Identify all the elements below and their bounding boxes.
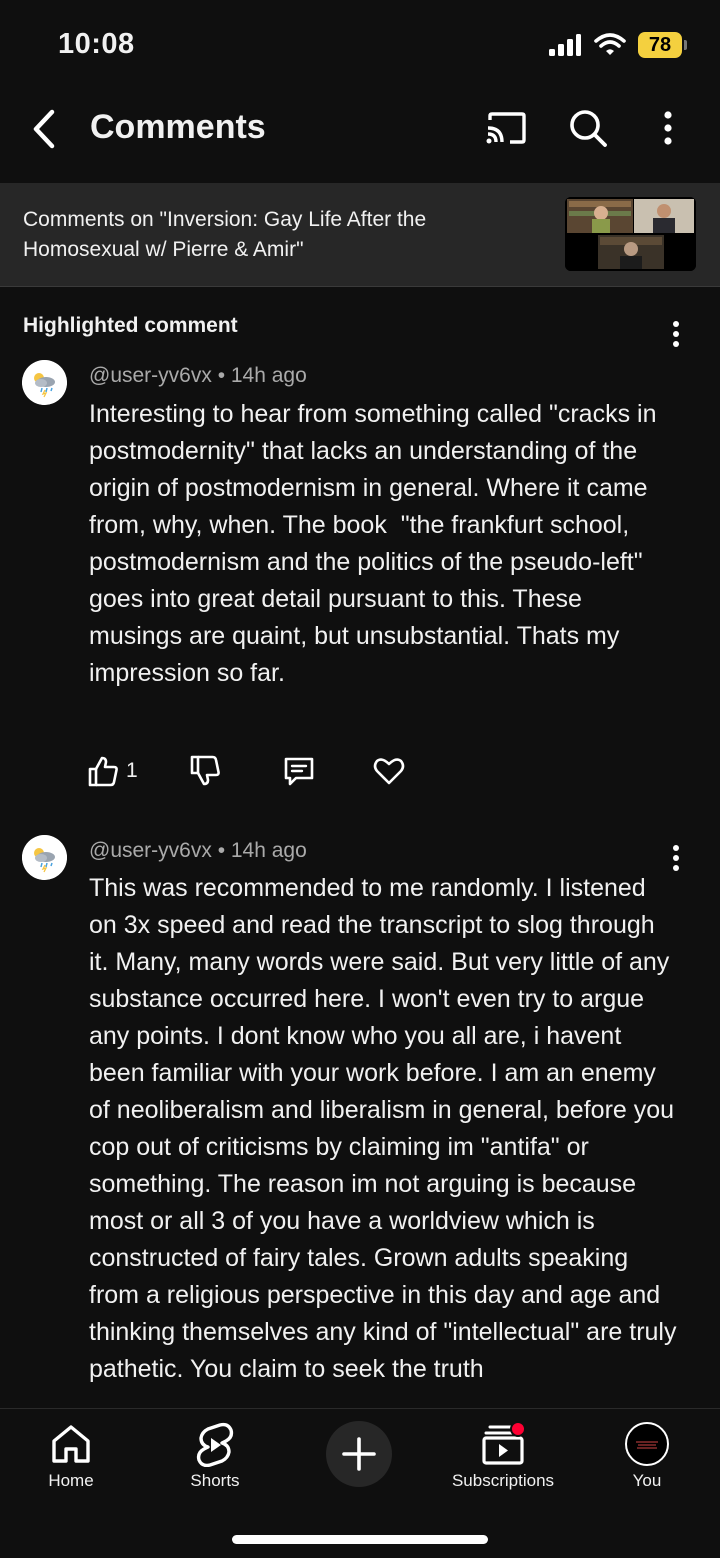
like-button[interactable]: 1 bbox=[86, 752, 138, 790]
video-thumbnail bbox=[565, 197, 696, 271]
avatar[interactable] bbox=[22, 360, 67, 405]
comment-meta: @user-yv6vx • 14h ago bbox=[89, 364, 307, 388]
nav-shorts-label: Shorts bbox=[190, 1471, 240, 1490]
heart-button[interactable] bbox=[372, 752, 406, 790]
profile-avatar-icon bbox=[625, 1422, 669, 1466]
battery-indicator: 78 bbox=[638, 32, 687, 58]
dislike-button[interactable] bbox=[188, 752, 222, 790]
status-bar: 10:08 78 bbox=[0, 0, 720, 90]
more-options-icon[interactable] bbox=[650, 106, 686, 150]
comment-text: Interesting to hear from something calle… bbox=[89, 400, 664, 687]
video-title: Comments on "Inversion: Gay Life After t… bbox=[23, 208, 427, 261]
shorts-icon bbox=[196, 1422, 234, 1467]
heart-icon bbox=[373, 758, 405, 785]
wifi-icon bbox=[594, 33, 626, 55]
app-header: Comments bbox=[0, 92, 720, 168]
nav-you[interactable]: You bbox=[587, 1421, 707, 1491]
comment-author[interactable]: @user-yv6vx bbox=[89, 364, 212, 387]
nav-home[interactable]: Home bbox=[11, 1421, 131, 1491]
nav-subscriptions[interactable]: Subscriptions bbox=[443, 1421, 563, 1491]
comment-time: 14h ago bbox=[230, 839, 307, 862]
nav-shorts[interactable]: Shorts bbox=[155, 1421, 275, 1491]
search-icon[interactable] bbox=[566, 106, 610, 150]
nav-subscriptions-label: Subscriptions bbox=[451, 1471, 555, 1490]
nav-home-label: Home bbox=[48, 1471, 94, 1490]
reply-button[interactable] bbox=[282, 752, 316, 790]
comment-text: This was recommended to me randomly. I l… bbox=[89, 874, 684, 1383]
status-time: 10:08 bbox=[58, 28, 135, 60]
home-icon bbox=[52, 1425, 90, 1463]
notification-dot bbox=[510, 1421, 526, 1437]
comment-actions: 1 bbox=[86, 752, 426, 790]
status-icons: 78 bbox=[548, 32, 687, 58]
plus-icon bbox=[342, 1437, 376, 1471]
home-indicator bbox=[232, 1535, 488, 1544]
like-count: 1 bbox=[126, 759, 138, 782]
thumbs-down-icon bbox=[190, 755, 220, 786]
page-title: Comments bbox=[90, 108, 266, 146]
meta-separator: • bbox=[217, 364, 231, 387]
comment-options-icon[interactable] bbox=[664, 843, 688, 873]
battery-level: 78 bbox=[648, 34, 672, 56]
comment-meta: @user-yv6vx • 14h ago bbox=[89, 839, 307, 863]
comment-scroll-area: This was recommended to me randomly. I l… bbox=[0, 870, 720, 1408]
weather-avatar-icon bbox=[22, 360, 67, 405]
cast-icon[interactable] bbox=[484, 106, 528, 150]
thumbs-up-icon bbox=[88, 756, 118, 787]
reply-icon bbox=[284, 757, 314, 786]
bottom-navigation: Home Shorts Subscriptions You bbox=[0, 1408, 720, 1558]
create-button[interactable] bbox=[326, 1421, 392, 1487]
signal-icon bbox=[549, 34, 581, 56]
highlighted-comment-label: Highlighted comment bbox=[23, 314, 238, 337]
nav-you-label: You bbox=[632, 1471, 662, 1490]
back-button[interactable] bbox=[26, 106, 66, 152]
comment-options-icon[interactable] bbox=[664, 319, 688, 349]
comment-author[interactable]: @user-yv6vx bbox=[89, 839, 212, 862]
comment-time: 14h ago bbox=[230, 364, 307, 387]
meta-separator: • bbox=[217, 839, 231, 862]
video-banner[interactable]: Comments on "Inversion: Gay Life After t… bbox=[0, 183, 720, 287]
subscriptions-icon bbox=[482, 1421, 526, 1465]
